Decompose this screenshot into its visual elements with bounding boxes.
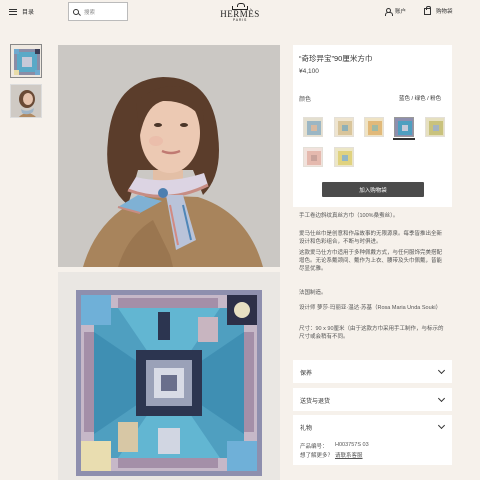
selected-swatch-indicator [393, 138, 415, 140]
product-number: H003757S 03 [335, 442, 369, 448]
model-photo [58, 45, 280, 267]
person-icon [384, 7, 393, 16]
thumbnail-model[interactable] [10, 84, 42, 118]
description-line: 尺寸：90 x 90厘米（由于这款方巾采用手工制作，与标示的尺寸或会稍有不同。 [299, 326, 444, 340]
selected-color-name: 蓝色 / 绿色 / 粉色 [399, 96, 442, 102]
hermes-logo[interactable]: HERMÈS PARIS [213, 3, 267, 23]
color-swatch[interactable] [334, 117, 354, 137]
shopping-bag-icon [424, 5, 431, 15]
thumbnail-scarf[interactable] [10, 44, 42, 78]
color-swatch-selected[interactable] [394, 117, 414, 137]
description-line: 这款爱马仕方巾适用于多种佩戴方式，与任何服饰完美搭配增色。无论系戴颈间、戴作为上… [299, 250, 443, 272]
accordion-title: 礼物 [300, 426, 313, 432]
product-price: ¥4,100 [299, 68, 319, 75]
search-placeholder: 搜索 [84, 9, 96, 16]
description-line: 手工卷边斜纹真丝方巾（100%桑蚕丝）。 [299, 213, 399, 219]
site-header: 目录 搜索 HERMÈS PARIS 账户 购物袋 [0, 0, 480, 24]
contact-link[interactable]: 请联系客服 [335, 451, 363, 459]
search-icon [73, 8, 79, 15]
color-swatch[interactable] [303, 117, 323, 137]
product-number-label: 产品编号： [300, 444, 328, 450]
add-to-bag-button[interactable]: 加入购物袋 [322, 182, 424, 197]
search-input[interactable]: 搜索 [68, 2, 128, 21]
hamburger-icon [9, 8, 17, 15]
scarf-flat-photo [58, 272, 280, 480]
accordion-delivery[interactable]: 送货与退货 [293, 388, 452, 411]
logo-name: HERMÈS [220, 9, 260, 19]
menu-label: 目录 [22, 10, 35, 16]
description-line: 法国制造。 [299, 290, 327, 296]
description-line: 爱马仕丝巾是创意和作品故事的无限源泉。每季皆推出全新设计和色彩组合，不断与时俱进… [299, 231, 443, 245]
color-swatch[interactable] [425, 117, 445, 137]
product-title: “奇珍异宝”90厘米方巾 [299, 54, 373, 63]
accordion-title: 保养 [300, 371, 313, 377]
accordion-title: 送货与退货 [300, 399, 331, 405]
accordion-care[interactable]: 保养 [293, 360, 452, 383]
chevron-down-icon [437, 366, 446, 375]
menu-button[interactable]: 目录 [9, 7, 34, 16]
shopping-bag-link[interactable]: 购物袋 [424, 5, 453, 15]
color-swatch[interactable] [364, 117, 384, 137]
account-label: 账户 [395, 9, 407, 15]
bag-label: 购物袋 [436, 9, 453, 15]
color-swatch[interactable] [334, 147, 354, 167]
description-line: 设计师 萝莎·玛丽亚·温达·苏基（Rosa Maria Unda Souki） [299, 305, 442, 311]
color-swatch[interactable] [303, 147, 323, 167]
accordion-gift[interactable]: 礼物 产品编号： H003757S 03 想了解更多？ 请联系客服 [293, 415, 452, 465]
help-label: 想了解更多？ [300, 453, 334, 459]
color-label: 颜色 [299, 97, 312, 103]
carriage-logo-icon [229, 3, 251, 10]
chevron-down-icon [437, 421, 446, 430]
chevron-down-icon [437, 394, 446, 403]
account-link[interactable]: 账户 [384, 7, 407, 16]
